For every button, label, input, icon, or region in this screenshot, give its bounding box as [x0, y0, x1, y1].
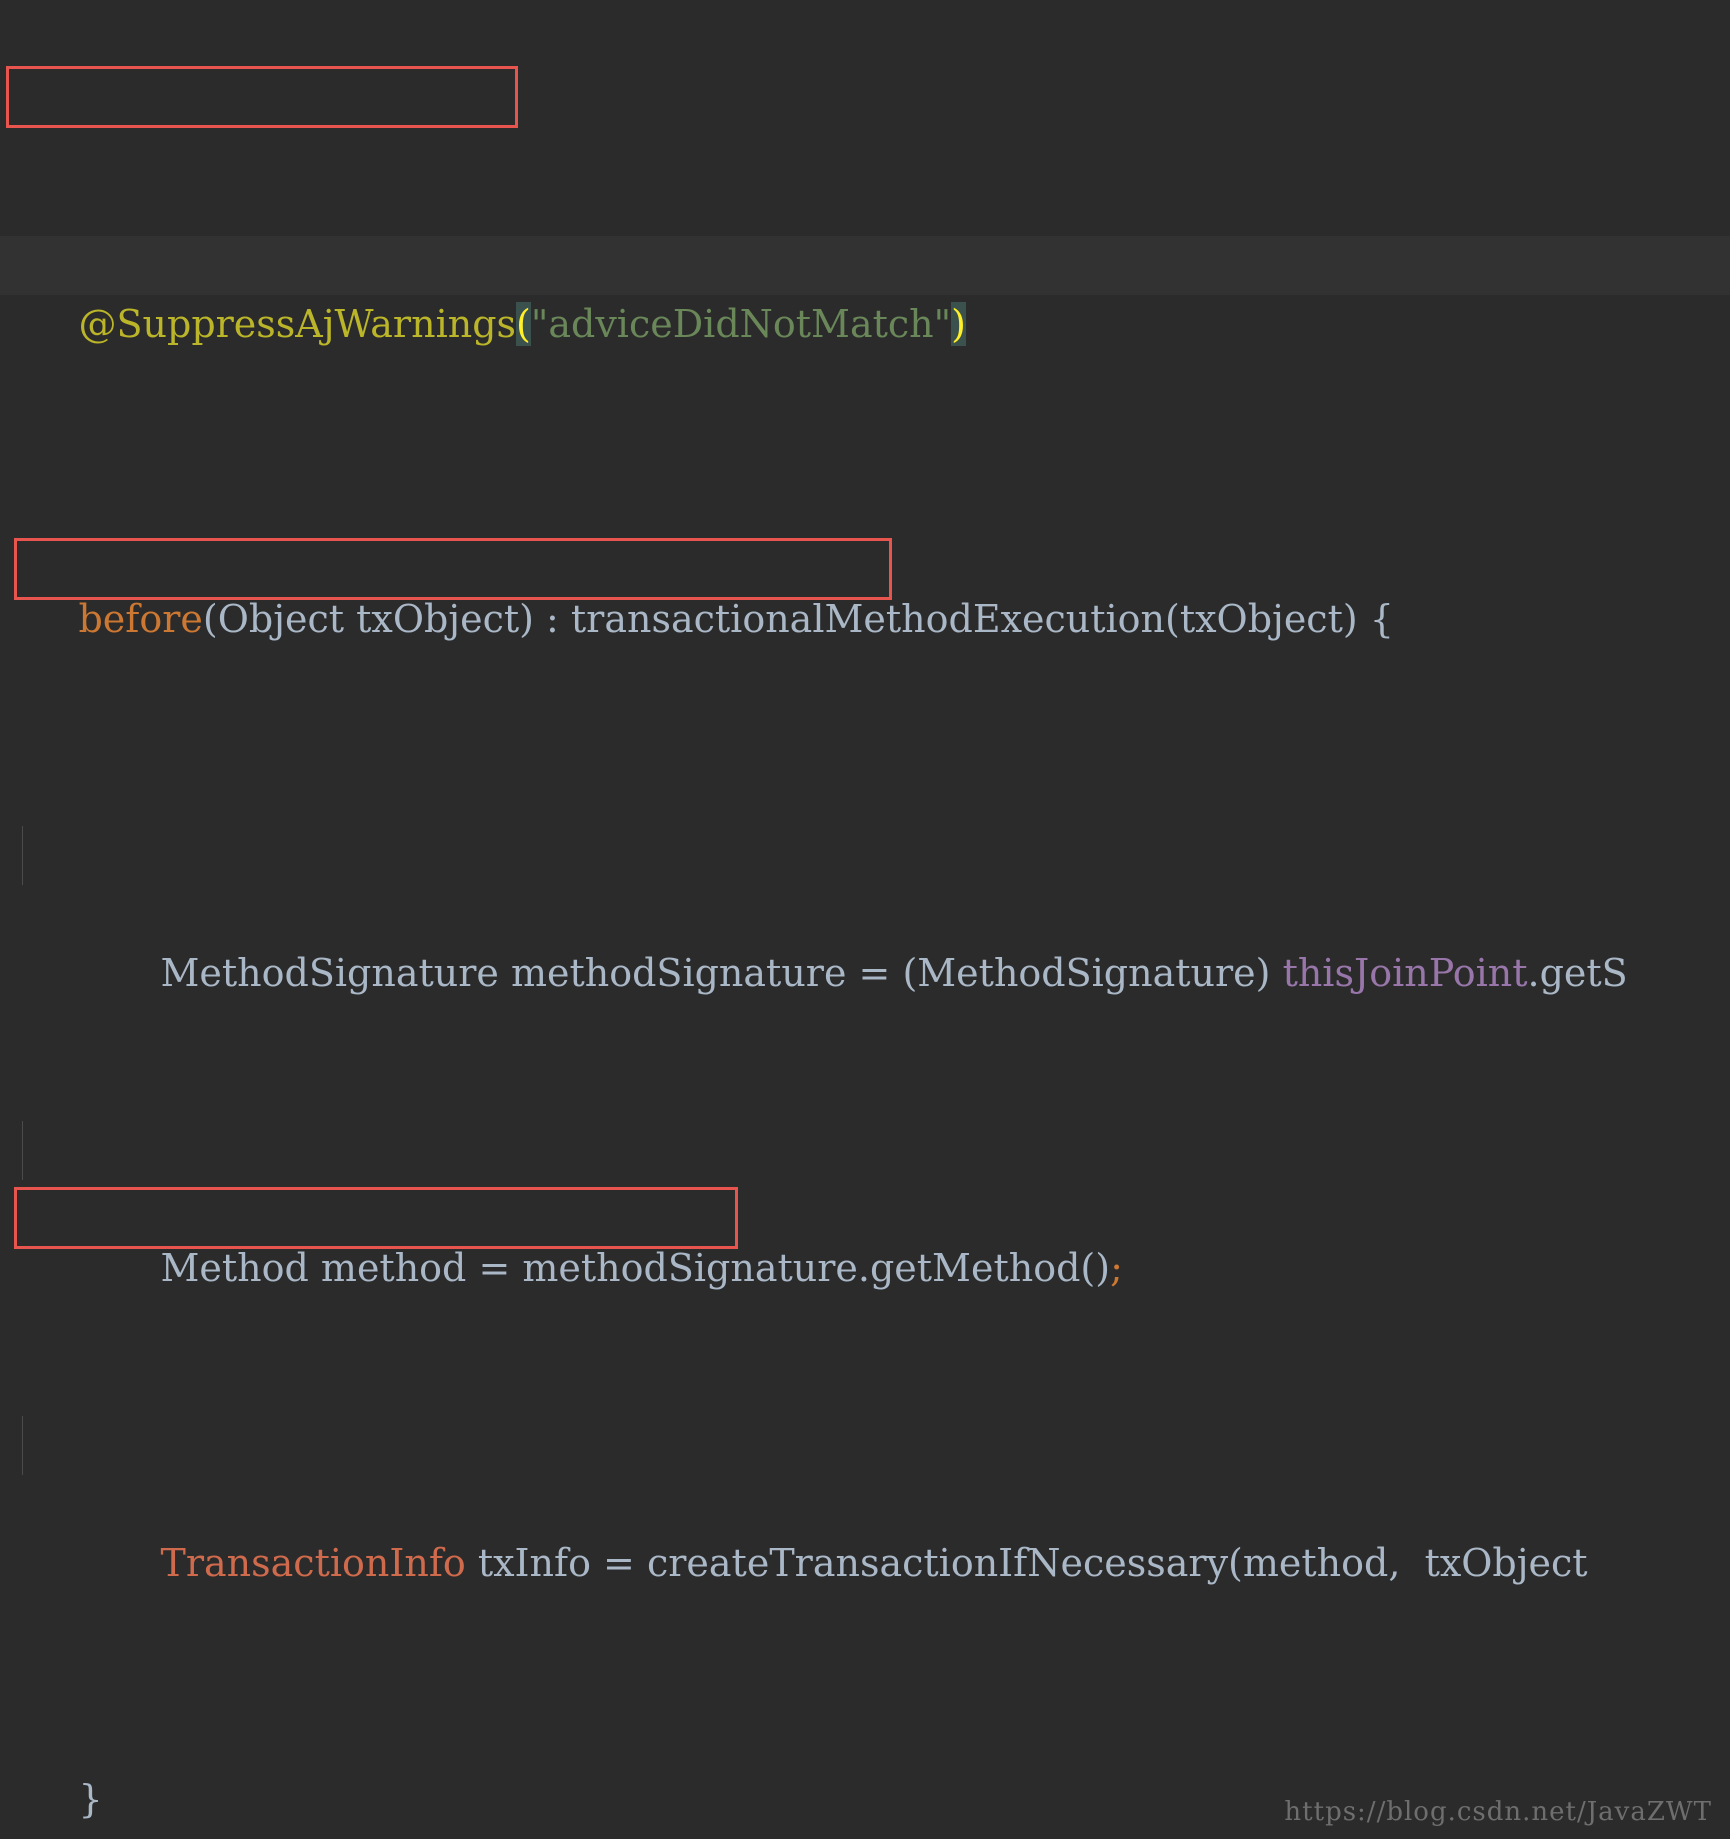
indent-guide: [22, 826, 23, 885]
editor-text-area[interactable]: @SuppressAjWarnings("adviceDidNotMatch")…: [0, 0, 1730, 1839]
annotation-name: @SuppressAjWarnings: [78, 302, 517, 346]
before-advice-pointcut: transactionalMethodExecution(txObject) {: [558, 597, 1394, 641]
create-transaction-call: txInfo = createTransactionIfNecessary(me…: [465, 1541, 1588, 1585]
code-line-1[interactable]: @SuppressAjWarnings("adviceDidNotMatch"): [0, 236, 1730, 346]
this-join-point-field: thisJoinPoint: [1282, 951, 1528, 995]
code-line-4[interactable]: Method method = methodSignature.getMetho…: [0, 1121, 1730, 1290]
indent-guide: [22, 1416, 23, 1475]
transaction-info-type: TransactionInfo: [160, 1541, 466, 1585]
code-editor-screenshot: @SuppressAjWarnings("adviceDidNotMatch")…: [0, 0, 1730, 1839]
method-signature-decl: MethodSignature methodSignature = (Metho…: [160, 951, 1283, 995]
code-line-3[interactable]: MethodSignature methodSignature = (Metho…: [0, 826, 1730, 995]
bracket-match-open: (: [516, 302, 531, 346]
semicolon: ;: [1110, 1246, 1123, 1290]
code-line-5[interactable]: TransactionInfo txInfo = createTransacti…: [0, 1416, 1730, 1585]
annotation-string-arg: "adviceDidNotMatch": [530, 302, 952, 346]
get-method-call: .getMethod(): [857, 1246, 1111, 1290]
blog-watermark: https://blog.csdn.net/JavaZWT: [1284, 1797, 1712, 1827]
get-signature-call: .getS: [1527, 951, 1628, 995]
before-advice-params: (Object txObject) :: [202, 597, 559, 641]
closing-brace: }: [78, 1777, 103, 1821]
bracket-match-close: ): [951, 302, 966, 346]
method-decl: Method method = methodSignature: [160, 1246, 858, 1290]
indent-guide: [22, 1121, 23, 1180]
keyword-before: before: [78, 597, 203, 641]
code-line-2[interactable]: before(Object txObject) : transactionalM…: [0, 531, 1730, 641]
code-line-6[interactable]: }: [0, 1711, 1730, 1821]
